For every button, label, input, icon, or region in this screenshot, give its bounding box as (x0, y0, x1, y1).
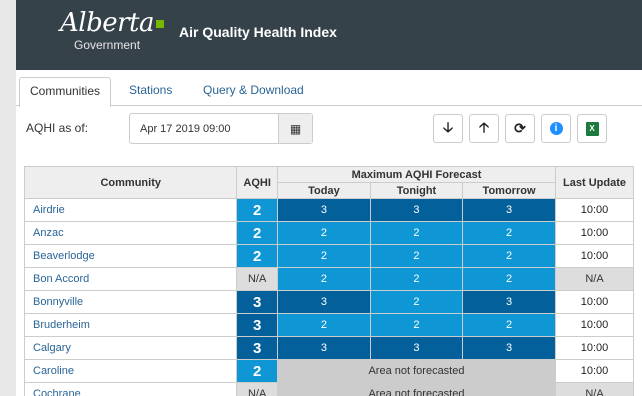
aqhi-value: 3 (236, 290, 278, 314)
aqhi-value: N/A (236, 382, 278, 396)
table-row: Bonnyville 3 3 2 3 10:00 (23, 290, 634, 314)
community-link[interactable]: Bonnyville (23, 290, 238, 314)
forecast-tonight: 3 (369, 198, 464, 222)
header-last-update[interactable]: Last Update (555, 166, 634, 199)
table-row: Anzac 2 2 2 2 10:00 (23, 221, 634, 245)
aqhi-as-of-label: AQHI as of: (26, 121, 89, 135)
community-link[interactable]: Bruderheim (23, 313, 238, 337)
aqhi-value: N/A (236, 267, 278, 291)
date-input[interactable]: Apr 17 2019 09:00 (140, 123, 231, 135)
forecast-today: 3 (276, 198, 371, 222)
info-icon: i (549, 122, 563, 135)
community-link[interactable]: Anzac (23, 221, 238, 245)
aqhi-value: 3 (236, 313, 278, 337)
table-body: Airdrie 2 3 3 3 10:00 Anzac 2 2 2 2 10:00 Beaverlodg… (23, 198, 634, 396)
app-title: Air Quality Health Index (179, 24, 337, 40)
forecast-tomorrow: 3 (461, 336, 557, 360)
last-update-value: N/A (555, 267, 634, 291)
logo-wordmark: Alberta (60, 8, 164, 38)
aqhi-value: 2 (236, 221, 278, 245)
forecast-tomorrow: 3 (461, 198, 557, 222)
forecast-today: 3 (276, 336, 371, 360)
header-aqhi[interactable]: AQHI (236, 166, 278, 199)
table-row: Cochrane N/A Area not forecasted N/A (23, 382, 634, 396)
aqhi-value: 3 (236, 336, 278, 360)
logo-accent (156, 20, 164, 28)
forecast-tomorrow: 2 (461, 244, 557, 268)
forecast-today: 3 (276, 290, 371, 314)
tab-stations[interactable]: Stations (119, 77, 182, 106)
date-picker[interactable]: Apr 17 2019 09:00 ▦ (129, 113, 313, 144)
not-forecasted-cell: Area not forecasted (276, 359, 557, 383)
refresh-button[interactable]: ⟳ (505, 114, 535, 143)
last-update-value: N/A (555, 382, 634, 396)
aqhi-table: Community AQHI Maximum AQHI Forecast Las… (23, 166, 634, 396)
excel-icon: X (585, 121, 599, 136)
forecast-tonight: 3 (369, 336, 464, 360)
header-tomorrow[interactable]: Tomorrow (461, 182, 557, 199)
community-link[interactable]: Airdrie (23, 198, 238, 222)
table-row: Calgary 3 3 3 3 10:00 (23, 336, 634, 360)
community-link[interactable]: Bon Accord (23, 267, 238, 291)
header-community[interactable]: Community (23, 166, 238, 199)
community-link[interactable]: Cochrane (23, 382, 238, 396)
aqhi-value: 2 (236, 198, 278, 222)
alberta-logo[interactable]: Alberta Government (60, 8, 164, 52)
forecast-tonight: 2 (369, 221, 464, 245)
scroll-down-button[interactable]: 🡣 (433, 114, 463, 143)
forecast-tomorrow: 2 (461, 313, 557, 337)
forecast-today: 2 (276, 313, 371, 337)
info-button[interactable]: i (541, 114, 571, 143)
arrow-down-icon: 🡣 (442, 118, 454, 135)
last-update-value: 10:00 (555, 290, 634, 314)
tab-bar: Communities Stations Query & Download (16, 77, 642, 107)
header-today[interactable]: Today (276, 182, 371, 199)
aqhi-value: 2 (236, 244, 278, 268)
table-row: Airdrie 2 3 3 3 10:00 (23, 198, 634, 222)
community-link[interactable]: Beaverlodge (23, 244, 238, 268)
tab-communities[interactable]: Communities (19, 77, 112, 107)
forecast-tomorrow: 2 (461, 267, 557, 291)
forecast-tonight: 2 (369, 290, 464, 314)
table-row: Bruderheim 3 2 2 2 10:00 (23, 313, 634, 337)
aqhi-value: 2 (236, 359, 278, 383)
forecast-tomorrow: 2 (461, 221, 557, 245)
last-update-value: 10:00 (555, 359, 634, 383)
refresh-icon: ⟳ (514, 120, 526, 136)
forecast-today: 2 (276, 221, 371, 245)
calendar-icon: ▦ (289, 121, 302, 136)
not-forecasted-cell: Area not forecasted (276, 382, 557, 396)
site-header: Alberta Government Air Quality Health In… (16, 0, 642, 70)
header-forecast-group: Maximum AQHI Forecast (276, 166, 557, 183)
forecast-tonight: 2 (369, 244, 464, 268)
export-excel-button[interactable]: X (577, 114, 607, 143)
tab-query-download[interactable]: Query & Download (193, 77, 314, 106)
forecast-today: 2 (276, 267, 371, 291)
forecast-tonight: 2 (369, 313, 464, 337)
last-update-value: 10:00 (555, 221, 634, 245)
last-update-value: 10:00 (555, 244, 634, 268)
forecast-tomorrow: 3 (461, 290, 557, 314)
community-link[interactable]: Caroline (23, 359, 238, 383)
calendar-button[interactable]: ▦ (278, 114, 312, 143)
logo-subtitle: Government (74, 38, 141, 52)
last-update-value: 10:00 (555, 313, 634, 337)
arrow-up-icon: 🡡 (478, 118, 490, 135)
last-update-value: 10:00 (555, 198, 634, 222)
table-row: Bon Accord N/A 2 2 2 N/A (23, 267, 634, 291)
header-tonight[interactable]: Tonight (369, 182, 464, 199)
scroll-up-button[interactable]: 🡡 (469, 114, 499, 143)
main-content: Communities Stations Query & Download AQ… (16, 70, 642, 396)
forecast-tonight: 2 (369, 267, 464, 291)
forecast-today: 2 (276, 244, 371, 268)
table-row: Caroline 2 Area not forecasted 10:00 (23, 359, 634, 383)
last-update-value: 10:00 (555, 336, 634, 360)
table-row: Beaverlodge 2 2 2 2 10:00 (23, 244, 634, 268)
community-link[interactable]: Calgary (23, 336, 238, 360)
